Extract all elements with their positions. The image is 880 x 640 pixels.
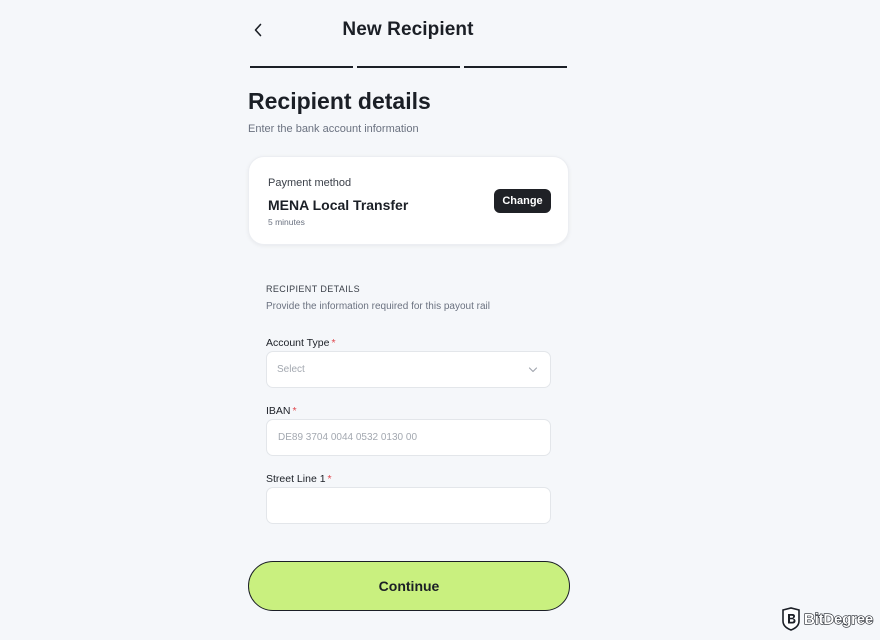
recipient-details-heading: RECIPIENT DETAILS: [266, 284, 360, 294]
section-subtitle: Enter the bank account information: [248, 123, 419, 135]
change-button[interactable]: Change: [494, 189, 551, 213]
recipient-details-subtitle: Provide the information required for thi…: [266, 301, 491, 312]
street-line-1-field-wrapper: [266, 487, 551, 524]
bitdegree-shield-logo-icon: [782, 607, 800, 631]
watermark-text: BitDegree: [803, 610, 874, 628]
header: New Recipient: [0, 0, 880, 60]
step-indicator-1: [250, 66, 353, 68]
section-title: Recipient details: [248, 88, 431, 114]
iban-label: IBAN *: [266, 405, 297, 417]
payment-method-label: Payment method: [268, 177, 352, 189]
bitdegree-watermark: BitDegree: [781, 607, 874, 631]
iban-input[interactable]: [267, 420, 550, 455]
account-type-label-text: Account Type: [266, 337, 330, 349]
street-line-1-label: Street Line 1 *: [266, 473, 332, 485]
required-mark: *: [327, 473, 332, 485]
step-progress: [250, 66, 567, 68]
chevron-down-icon: [528, 367, 538, 373]
iban-label-text: IBAN: [266, 405, 291, 417]
street-line-1-label-text: Street Line 1: [266, 473, 326, 485]
payment-method-name: MENA Local Transfer: [268, 197, 409, 213]
payment-method-eta: 5 minutes: [268, 217, 305, 227]
iban-field-wrapper: [266, 419, 551, 456]
account-type-select[interactable]: Select: [266, 351, 551, 388]
required-mark: *: [331, 337, 336, 349]
payment-method-card: Payment method MENA Local Transfer 5 min…: [248, 156, 569, 245]
step-indicator-3: [464, 66, 567, 68]
required-mark: *: [292, 405, 297, 417]
step-indicator-2: [357, 66, 460, 68]
continue-button[interactable]: Continue: [248, 561, 570, 611]
account-type-placeholder: Select: [277, 364, 305, 375]
account-type-label: Account Type *: [266, 337, 336, 349]
street-line-1-input[interactable]: [267, 488, 550, 523]
page-title: New Recipient: [342, 19, 474, 40]
